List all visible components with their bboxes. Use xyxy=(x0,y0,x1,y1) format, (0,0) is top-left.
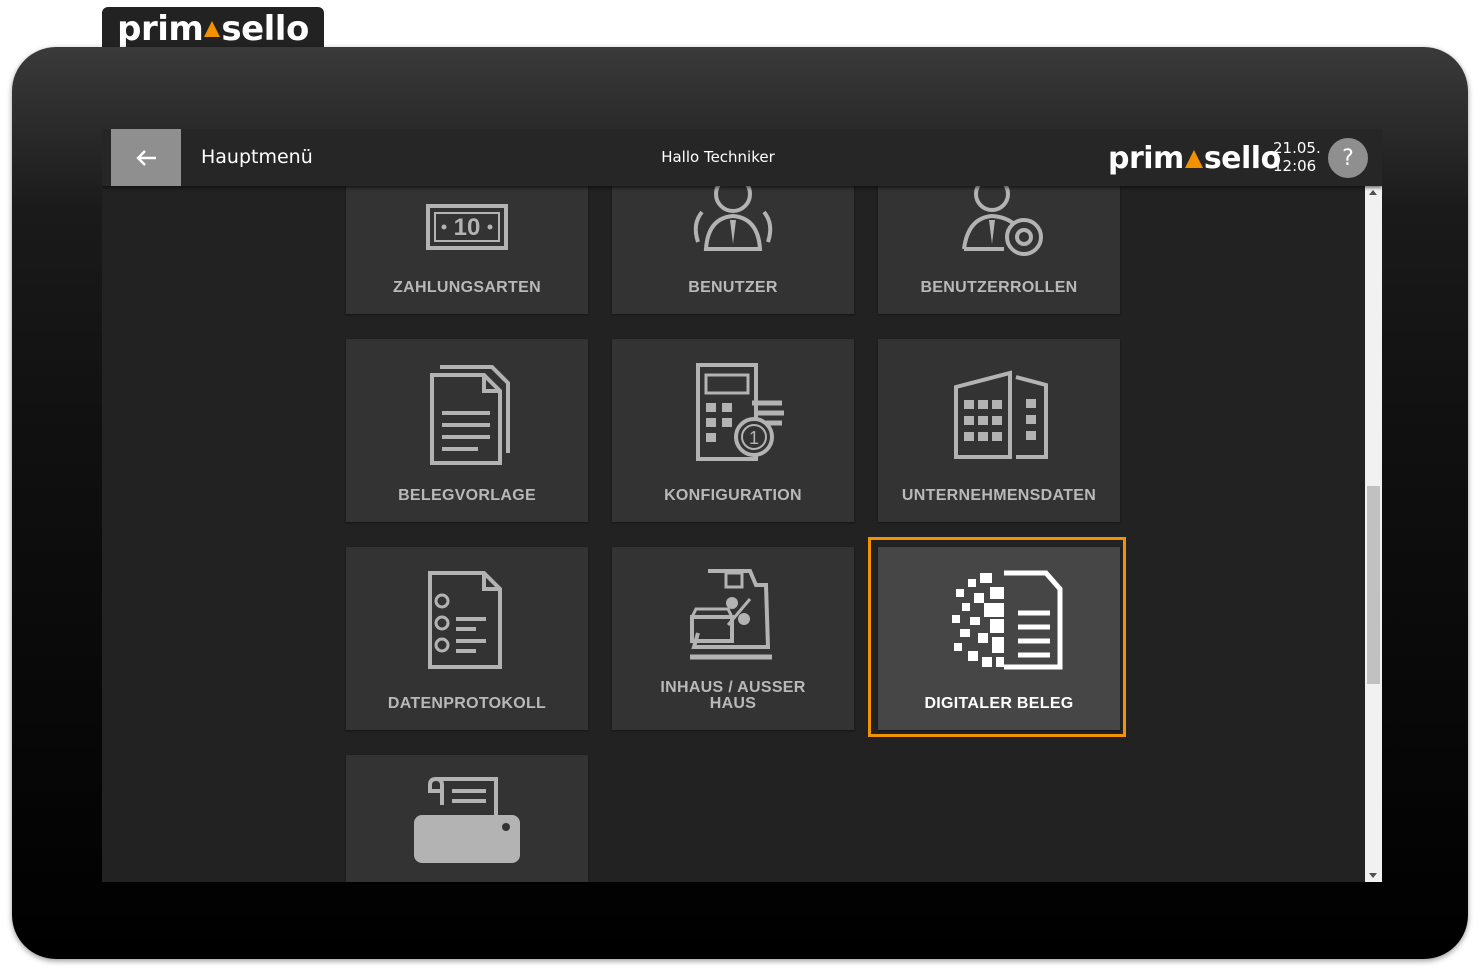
app-header: Hauptmenü Hallo Techniker prim sello 21.0… xyxy=(102,129,1382,186)
logo-a-mark xyxy=(204,21,221,37)
pos-screen: Hauptmenü Hallo Techniker prim sello 21.0… xyxy=(102,129,1382,882)
digital-receipt-icon xyxy=(952,570,1063,670)
tile-label: DIGITALER BELEG xyxy=(924,695,1074,712)
help-icon: ? xyxy=(1342,145,1354,171)
tile-label: DATENPROTOKOLL xyxy=(387,695,547,712)
tile-inhaus-ausser-haus[interactable]: INHAUS / AUSSER HAUS xyxy=(612,547,854,730)
tile-konfiguration[interactable]: 1 KONFIGURATION xyxy=(612,339,854,522)
tile-datenprotokoll[interactable]: DATENPROTOKOLL xyxy=(346,547,588,730)
scroll-up-icon[interactable] xyxy=(1369,190,1377,195)
svg-text:10: 10 xyxy=(454,214,481,241)
primasello-logo: prim sello xyxy=(117,9,309,49)
tile-label: BELEGVORLAGE xyxy=(398,487,536,504)
tile-label: UNTERNEHMENSDATEN xyxy=(901,487,1097,504)
tile-digitaler-beleg[interactable]: DIGITALER BELEG xyxy=(878,547,1120,730)
buildings-icon xyxy=(954,370,1048,459)
date-text: 21.05. xyxy=(1273,139,1321,157)
printer-icon xyxy=(414,776,520,863)
tile-label: ZAHLUNGSARTEN xyxy=(393,279,541,296)
scroll-down-icon[interactable] xyxy=(1369,873,1377,878)
time-text: 12:06 xyxy=(1273,157,1317,175)
calculator-icon: 1 xyxy=(696,363,784,461)
tile-unternehmensdaten[interactable]: UNTERNEHMENSDATEN xyxy=(878,339,1120,522)
tile-label: BENUTZER xyxy=(688,279,778,296)
svg-text:1: 1 xyxy=(749,428,759,448)
tile-label: BENUTZERROLLEN xyxy=(920,279,1078,296)
brand-logo-tab: prim sello xyxy=(102,7,324,51)
tile-drucker[interactable] xyxy=(346,755,588,882)
documents-icon xyxy=(430,365,510,465)
scroll-thumb[interactable] xyxy=(1367,486,1380,684)
logo-a-mark xyxy=(1184,149,1203,168)
checklist-document-icon xyxy=(428,571,502,669)
help-button[interactable]: ? xyxy=(1328,138,1368,178)
tile-label: INHAUS / AUSSER HAUS xyxy=(660,679,806,712)
tile-label: KONFIGURATION xyxy=(664,487,802,504)
vertical-scrollbar[interactable] xyxy=(1365,186,1382,882)
header-logo: prim sello xyxy=(1108,141,1281,176)
tile-belegvorlage[interactable]: BELEGVORLAGE xyxy=(346,339,588,522)
date-time-display: 21.05. 12:06 xyxy=(1273,139,1321,175)
takeaway-icon xyxy=(689,569,772,660)
